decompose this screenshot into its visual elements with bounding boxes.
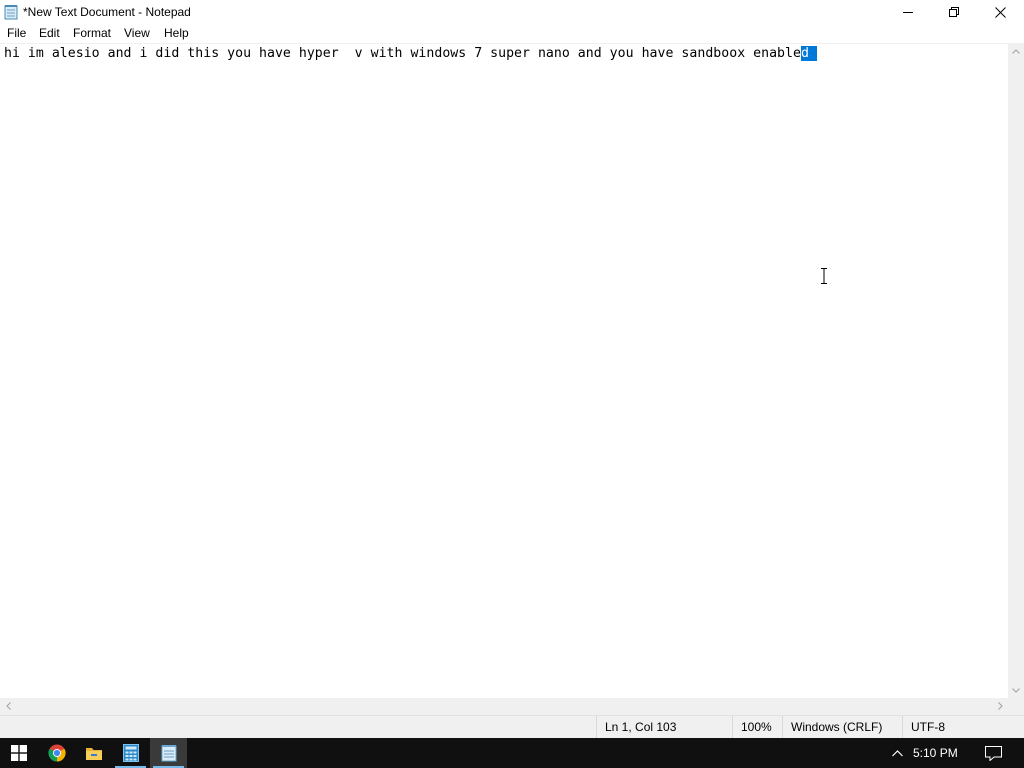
text-editor[interactable]: hi im alesio and i did this you have hyp… [0,43,1008,698]
start-button[interactable] [0,738,37,768]
close-icon [994,6,1006,18]
chrome-icon [47,744,66,762]
menu-help[interactable]: Help [164,25,189,43]
scrollbar-corner [1008,698,1024,715]
taskbar: 5:10 PM [0,738,1024,768]
window-title: *New Text Document - Notepad [23,5,191,19]
taskbar-calculator[interactable] [112,738,149,768]
close-button[interactable] [977,0,1023,24]
status-zoom: 100% [732,716,782,739]
action-center-button[interactable] [976,738,1010,768]
windows-start-icon [10,745,27,761]
notepad-icon [161,745,176,762]
scroll-right-icon[interactable] [992,698,1008,714]
show-hidden-icons-button[interactable] [884,738,910,768]
restore-icon [949,7,959,17]
notepad-icon [4,4,18,20]
status-line-ending: Windows (CRLF) [782,716,902,739]
taskbar-notepad[interactable] [150,738,187,768]
calculator-icon [122,744,139,762]
editor-text: hi im alesio and i did this you have hyp… [4,46,801,61]
horizontal-scrollbar[interactable] [0,698,1008,715]
selection-trail [808,46,817,61]
menu-format[interactable]: Format [73,25,111,43]
ibeam-cursor-icon [819,268,829,284]
chevron-up-icon [891,749,903,756]
status-bar: Ln 1, Col 103 100% Windows (CRLF) UTF-8 [0,715,1024,739]
vertical-scrollbar[interactable] [1008,43,1024,698]
title-bar[interactable]: *New Text Document - Notepad [0,0,1024,24]
status-encoding: UTF-8 [902,716,1024,739]
minimize-button[interactable] [885,0,931,24]
menu-file[interactable]: File [7,25,26,43]
selected-text: d [800,46,809,61]
taskbar-clock[interactable]: 5:10 PM [913,738,958,768]
taskbar-file-explorer[interactable] [75,738,112,768]
restore-button[interactable] [931,0,977,24]
scroll-down-icon[interactable] [1008,682,1024,698]
menu-edit[interactable]: Edit [39,25,60,43]
menu-bar: File Edit Format View Help [0,24,1024,43]
minimize-icon [903,12,913,13]
notification-icon [984,745,1002,761]
scroll-up-icon[interactable] [1008,43,1024,59]
taskbar-chrome[interactable] [38,738,75,768]
status-cursor-position: Ln 1, Col 103 [596,716,732,739]
editor-line[interactable]: hi im alesio and i did this you have hyp… [4,46,817,61]
scroll-left-icon[interactable] [0,698,16,714]
file-explorer-icon [85,748,102,760]
menu-view[interactable]: View [124,25,150,43]
